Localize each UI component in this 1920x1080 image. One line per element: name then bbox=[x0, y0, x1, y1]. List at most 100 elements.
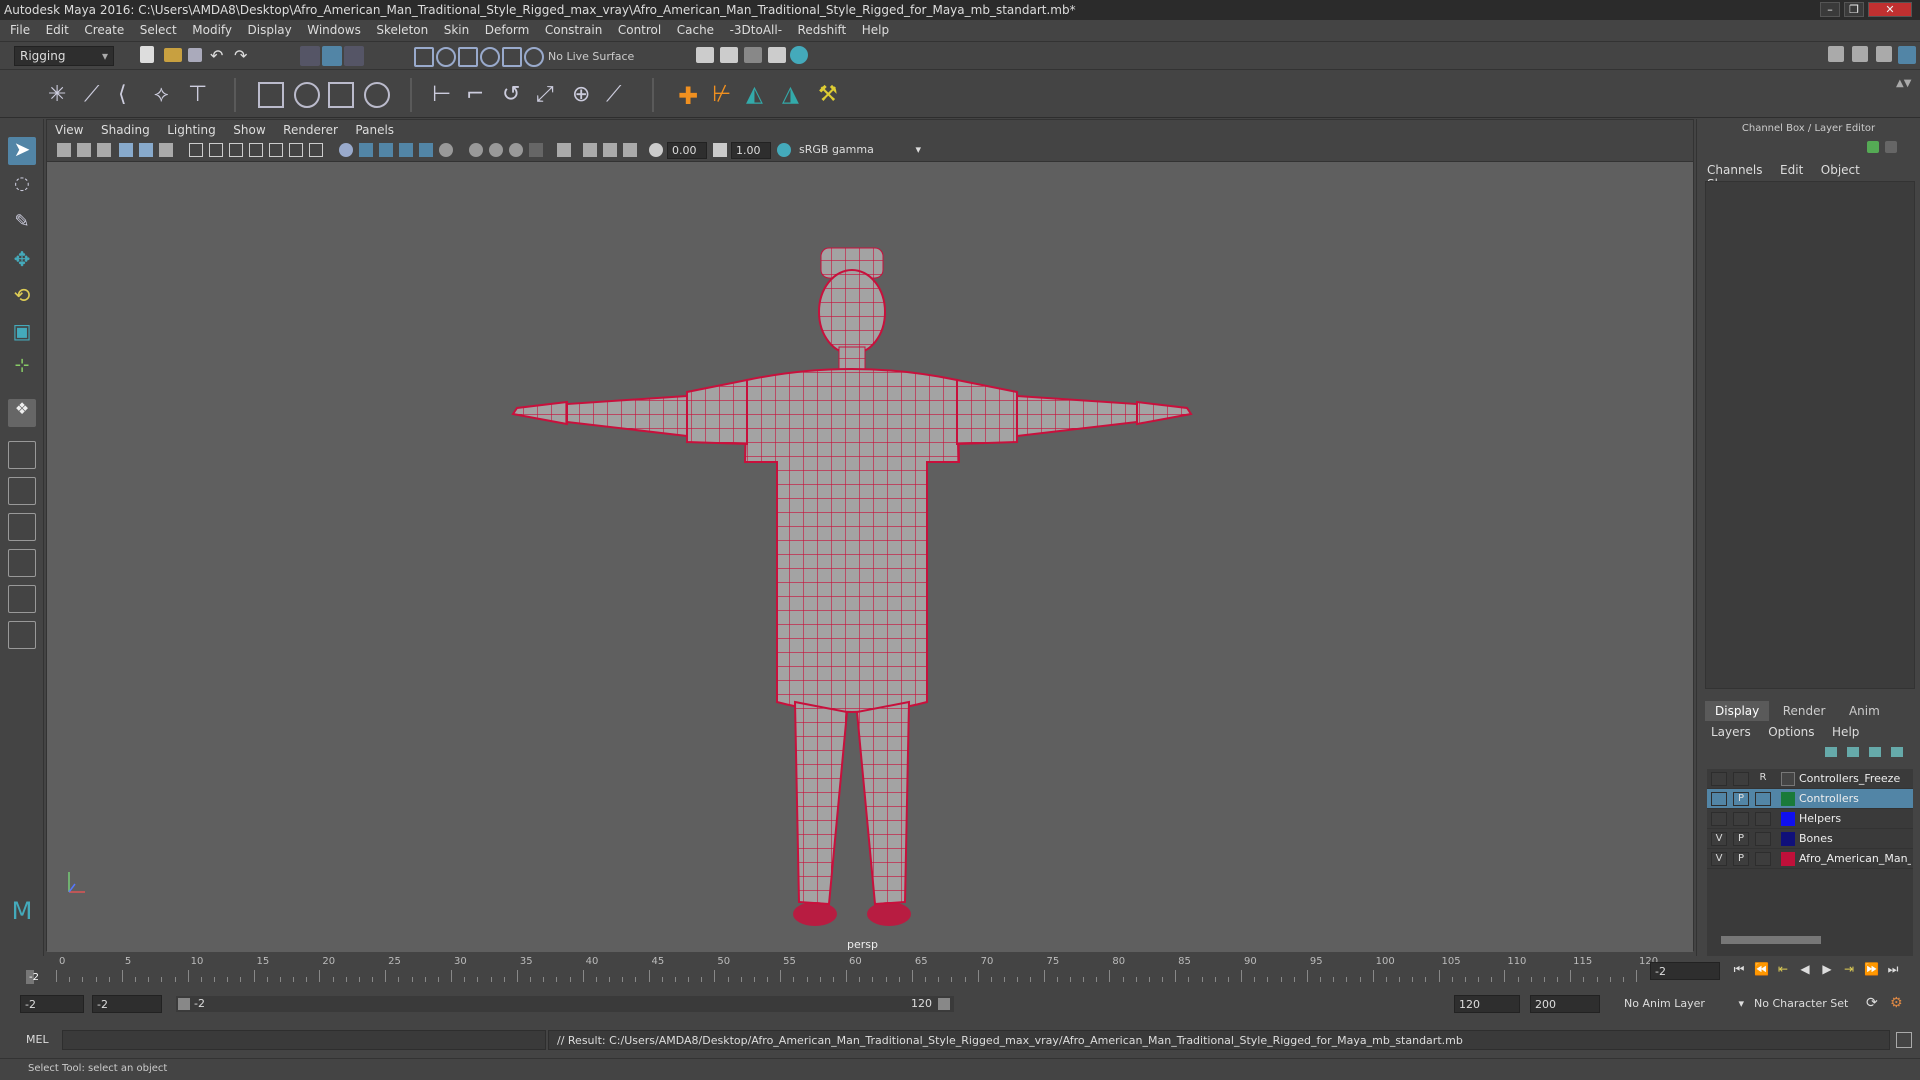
channel-box-toggle-icon[interactable] bbox=[1898, 46, 1916, 64]
exposure-icon[interactable] bbox=[649, 143, 663, 157]
vp-menu-lighting[interactable]: Lighting bbox=[160, 120, 223, 140]
joint-tool-icon[interactable]: ✳ bbox=[48, 82, 74, 108]
ik-spline-icon[interactable]: ⟨ bbox=[118, 82, 144, 108]
menu-modify[interactable]: Modify bbox=[186, 20, 238, 40]
save-scene-icon[interactable] bbox=[188, 48, 202, 62]
vp-menu-renderer[interactable]: Renderer bbox=[276, 120, 345, 140]
select-tool-icon[interactable]: ➤ bbox=[8, 137, 36, 165]
safe-title-icon[interactable] bbox=[309, 143, 323, 157]
layer-visibility-toggle[interactable] bbox=[1711, 772, 1727, 786]
vp-menu-show[interactable]: Show bbox=[226, 120, 272, 140]
menu-deform[interactable]: Deform bbox=[479, 20, 536, 40]
safe-action-icon[interactable] bbox=[289, 143, 303, 157]
layer-row[interactable]: Helpers bbox=[1707, 809, 1913, 829]
animation-start-field[interactable]: -2 bbox=[20, 995, 84, 1013]
2d-pan-zoom-icon[interactable] bbox=[139, 143, 153, 157]
select-by-hierarchy-icon[interactable] bbox=[300, 46, 320, 66]
film-gate-icon[interactable] bbox=[209, 143, 223, 157]
layer-display-type[interactable] bbox=[1755, 852, 1771, 866]
step-back-icon[interactable]: ⏪ bbox=[1754, 962, 1769, 976]
menu-cache[interactable]: Cache bbox=[671, 20, 720, 40]
menu-redshift[interactable]: Redshift bbox=[792, 20, 853, 40]
paint-weights-icon[interactable] bbox=[328, 82, 354, 108]
wireframe-icon[interactable] bbox=[339, 143, 353, 157]
time-slider[interactable]: -2 0 5 10 15 20 25 30 35 40 45 50 55 60 65 70 75 80 85 90 9… bbox=[20, 956, 1920, 986]
script-editor-icon[interactable] bbox=[1896, 1032, 1912, 1048]
ipr-render-icon[interactable] bbox=[744, 47, 762, 63]
layer-playback-toggle[interactable]: P bbox=[1733, 792, 1749, 806]
layer-playback-toggle[interactable]: P bbox=[1733, 852, 1749, 866]
mirror-joint-icon[interactable]: ⊤ bbox=[188, 82, 214, 108]
shelf-scroll-icon[interactable]: ▲▼ bbox=[1896, 78, 1916, 98]
grid-toggle-icon[interactable] bbox=[189, 143, 203, 157]
cb-menu-edit[interactable]: Edit bbox=[1780, 163, 1803, 177]
snap-grid-icon[interactable] bbox=[414, 47, 434, 67]
new-layer-selected-icon[interactable] bbox=[1891, 747, 1903, 757]
gamma-icon[interactable] bbox=[713, 143, 727, 157]
menu-skin[interactable]: Skin bbox=[438, 20, 476, 40]
anti-alias-icon[interactable] bbox=[509, 143, 523, 157]
animation-end-field[interactable]: 200 bbox=[1530, 995, 1600, 1013]
move-tool-icon[interactable]: ✥ bbox=[8, 247, 36, 275]
menu-skeleton[interactable]: Skeleton bbox=[370, 20, 434, 40]
gamma-field[interactable]: 1.00 bbox=[731, 142, 771, 159]
minimize-button[interactable]: – bbox=[1820, 2, 1840, 17]
grease-pencil-icon[interactable] bbox=[159, 143, 173, 157]
color-management-icon[interactable] bbox=[777, 143, 791, 157]
range-end-handle[interactable] bbox=[938, 998, 950, 1010]
wireframe-on-shaded-icon[interactable] bbox=[379, 143, 393, 157]
layer-scrollbar[interactable] bbox=[1711, 935, 1911, 945]
detach-skin-icon[interactable] bbox=[364, 82, 390, 108]
render-current-icon[interactable] bbox=[720, 47, 738, 63]
viewport-canvas[interactable]: persp bbox=[47, 162, 1693, 952]
layout-graph-icon[interactable] bbox=[8, 585, 36, 613]
step-forward-key-icon[interactable]: ⇥ bbox=[1842, 962, 1856, 976]
range-slider[interactable]: -2 120 bbox=[176, 996, 954, 1012]
go-to-start-icon[interactable]: ⏮ bbox=[1732, 962, 1746, 976]
menu-file[interactable]: File bbox=[0, 20, 36, 40]
layer-name[interactable]: Controllers bbox=[1799, 792, 1911, 805]
layer-playback-toggle[interactable]: P bbox=[1733, 832, 1749, 846]
layer-display-type[interactable]: R bbox=[1755, 772, 1771, 786]
scale-tool-icon[interactable]: ▣ bbox=[8, 319, 36, 347]
xray-components-icon[interactable] bbox=[623, 143, 637, 157]
layout-outliner-icon[interactable] bbox=[8, 549, 36, 577]
layer-menu-options[interactable]: Options bbox=[1768, 725, 1814, 739]
vp-menu-panels[interactable]: Panels bbox=[348, 120, 401, 140]
layer-row[interactable]: V P Afro_American_Man_Tr bbox=[1707, 849, 1913, 869]
lights-icon[interactable] bbox=[419, 143, 433, 157]
menu-control[interactable]: Control bbox=[612, 20, 667, 40]
layer-playback-toggle[interactable] bbox=[1733, 812, 1749, 826]
layout-hypershade-icon[interactable] bbox=[8, 621, 36, 649]
render-view-icon[interactable] bbox=[696, 47, 714, 63]
hypershade-icon[interactable] bbox=[790, 46, 808, 64]
layer-menu-help[interactable]: Help bbox=[1832, 725, 1859, 739]
tool-settings-icon[interactable] bbox=[1876, 46, 1892, 62]
attribute-editor-icon[interactable] bbox=[1852, 46, 1868, 62]
smooth-bind-icon[interactable] bbox=[294, 82, 320, 108]
character-mesh[interactable] bbox=[511, 247, 1193, 926]
vp-menu-view[interactable]: View bbox=[47, 120, 90, 140]
universal-manipulator-icon[interactable]: ⊹ bbox=[8, 355, 36, 383]
snap-point-icon[interactable] bbox=[458, 47, 478, 67]
ik-handle-icon[interactable]: ⟋ bbox=[84, 82, 110, 108]
parent-constraint-icon[interactable]: ⊕ bbox=[572, 82, 598, 108]
layer-name[interactable]: Helpers bbox=[1799, 812, 1911, 825]
open-scene-icon[interactable] bbox=[164, 48, 182, 62]
select-by-component-icon[interactable] bbox=[344, 46, 364, 66]
rotate-tool-icon[interactable]: ⟲ bbox=[8, 283, 36, 311]
layer-color-swatch[interactable] bbox=[1781, 812, 1795, 826]
layout-two-icon[interactable] bbox=[8, 513, 36, 541]
layer-color-swatch[interactable] bbox=[1781, 772, 1795, 786]
script-language-label[interactable]: MEL bbox=[26, 1033, 49, 1046]
layout-single-icon[interactable] bbox=[8, 441, 36, 469]
modeling-toolkit-icon[interactable] bbox=[1828, 46, 1844, 62]
layer-row[interactable]: R Controllers_Freeze bbox=[1707, 769, 1913, 789]
attribute-editor-icon[interactable] bbox=[1885, 141, 1897, 153]
play-backward-icon[interactable]: ◀ bbox=[1798, 962, 1812, 976]
cluster-icon[interactable]: ⊬ bbox=[712, 82, 738, 108]
auto-key-icon[interactable]: ⟳ bbox=[1866, 995, 1878, 1011]
orient-constraint-icon[interactable]: ↺ bbox=[502, 82, 528, 108]
layer-color-swatch[interactable] bbox=[1781, 792, 1795, 806]
render-settings-icon[interactable] bbox=[768, 47, 786, 63]
